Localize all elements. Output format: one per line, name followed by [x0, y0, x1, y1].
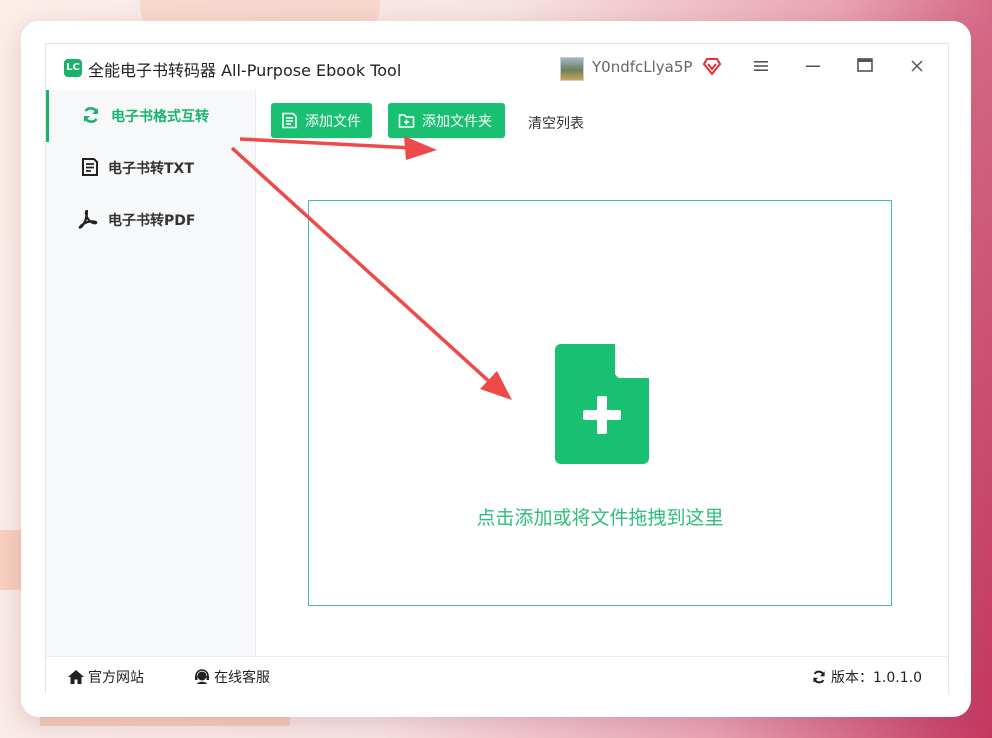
menu-icon[interactable] — [748, 54, 774, 80]
version-label: 版本：1.0.1.0 — [831, 670, 922, 686]
clear-list-button[interactable]: 清空列表 — [528, 113, 584, 133]
file-add-icon — [555, 344, 649, 464]
drop-hint: 点击添加或将文件拖拽到这里 — [476, 507, 724, 529]
add-file-button[interactable]: 添加文件 — [271, 103, 372, 138]
maximize-button[interactable] — [852, 54, 878, 80]
add-folder-label: 添加文件夹 — [422, 114, 492, 130]
sidebar-item-format-convert[interactable]: 电子书格式互转 — [46, 90, 255, 142]
sidebar-item-to-pdf[interactable]: 电子书转PDF — [46, 194, 255, 246]
website-label: 官方网站 — [88, 670, 144, 686]
support-label: 在线客服 — [214, 670, 270, 686]
avatar[interactable] — [560, 57, 584, 81]
add-file-label: 添加文件 — [305, 114, 361, 130]
sidebar-item-label: 电子书格式互转 — [111, 109, 209, 125]
online-support-link[interactable]: 在线客服 — [193, 667, 270, 687]
app-window: LC 全能电子书转码器 All-Purpose Ebook Tool Y0ndf… — [45, 43, 949, 694]
add-folder-button[interactable]: 添加文件夹 — [388, 103, 505, 138]
app-logo-icon: LC — [64, 59, 82, 77]
sidebar-item-label: 电子书转PDF — [108, 213, 196, 229]
minimize-button[interactable] — [800, 54, 826, 80]
vip-diamond-icon[interactable] — [702, 56, 722, 76]
file-drop-zone[interactable]: 点击添加或将文件拖拽到这里 — [308, 200, 892, 606]
folder-add-icon — [398, 114, 415, 128]
file-list-icon — [282, 112, 297, 129]
version-info[interactable]: 版本：1.0.1.0 — [810, 667, 922, 687]
close-button[interactable] — [904, 54, 930, 80]
status-bar: 官方网站 在线客服 版本：1.0.1.0 — [46, 656, 948, 694]
app-title: 全能电子书转码器 All-Purpose Ebook Tool — [88, 61, 402, 80]
document-icon — [82, 158, 98, 176]
refresh-icon — [83, 107, 99, 123]
sidebar: 电子书格式互转 电子书转TXT 电子书转PDF — [46, 90, 256, 656]
username[interactable]: Y0ndfcLlya5P — [592, 58, 692, 76]
official-website-link[interactable]: 官方网站 — [67, 667, 144, 687]
sidebar-item-label: 电子书转TXT — [108, 161, 194, 177]
title-bar: LC 全能电子书转码器 All-Purpose Ebook Tool Y0ndf… — [46, 44, 948, 90]
pdf-icon — [78, 209, 98, 229]
headset-icon — [195, 669, 209, 684]
update-refresh-icon — [813, 670, 825, 684]
sidebar-item-to-txt[interactable]: 电子书转TXT — [46, 142, 255, 194]
home-icon — [68, 670, 84, 684]
